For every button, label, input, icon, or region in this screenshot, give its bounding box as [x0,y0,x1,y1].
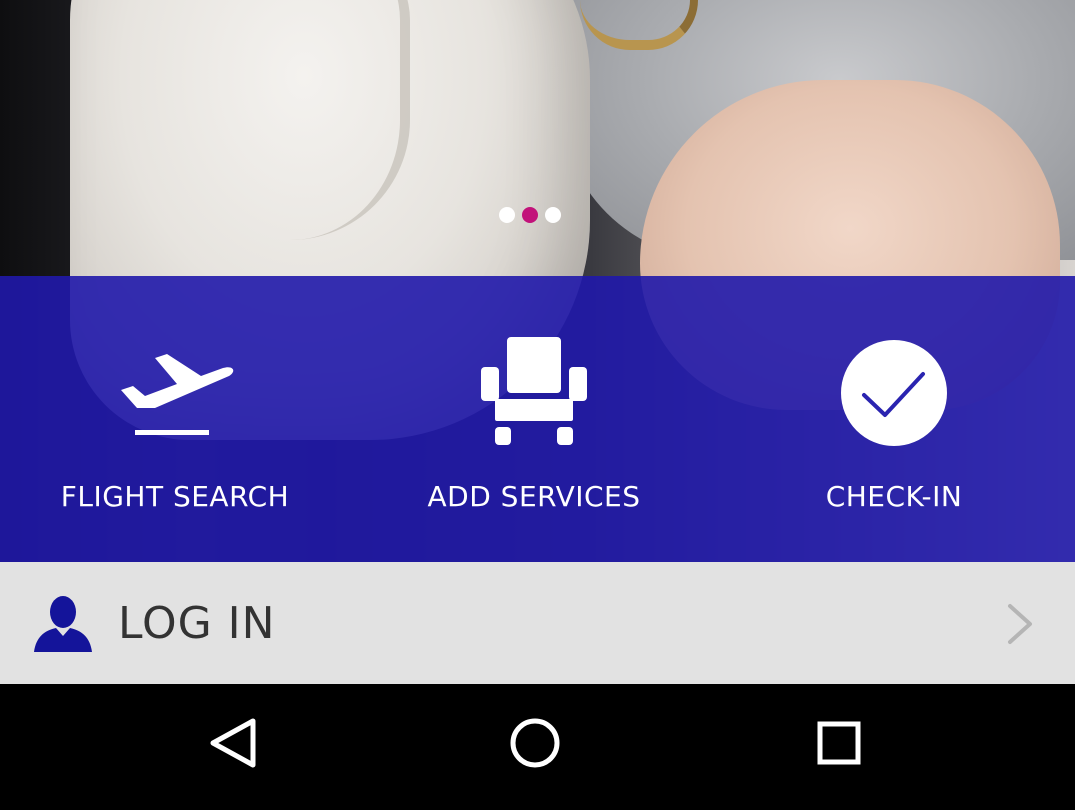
app-screen: FLIGHT SEARCH ADD SERVICES CHECK-IN LOG … [0,0,1075,810]
user-icon [32,596,94,652]
flight-search-label: FLIGHT SEARCH [60,480,290,513]
flight-search-button[interactable]: FLIGHT SEARCH [25,300,325,540]
pager-dot[interactable] [545,207,561,223]
check-in-label: CHECK-IN [825,480,963,513]
login-row[interactable]: LOG IN [0,562,1075,684]
carousel-pager[interactable] [499,207,561,223]
add-services-button[interactable]: ADD SERVICES [384,300,684,540]
chevron-right-icon[interactable] [1002,602,1038,646]
pager-dot-active[interactable] [522,207,538,223]
home-circle-icon[interactable] [500,708,570,778]
seat-icon [469,318,599,468]
pager-dot[interactable] [499,207,515,223]
system-navigation-bar [0,684,1075,810]
add-services-label: ADD SERVICES [427,480,641,513]
back-triangle-icon[interactable] [196,708,266,778]
plane-takeoff-icon [110,318,240,468]
login-label: LOG IN [118,598,276,649]
recents-square-icon[interactable] [804,708,874,778]
check-in-button[interactable]: CHECK-IN [744,300,1044,540]
checkmark-circle-icon [829,318,959,468]
